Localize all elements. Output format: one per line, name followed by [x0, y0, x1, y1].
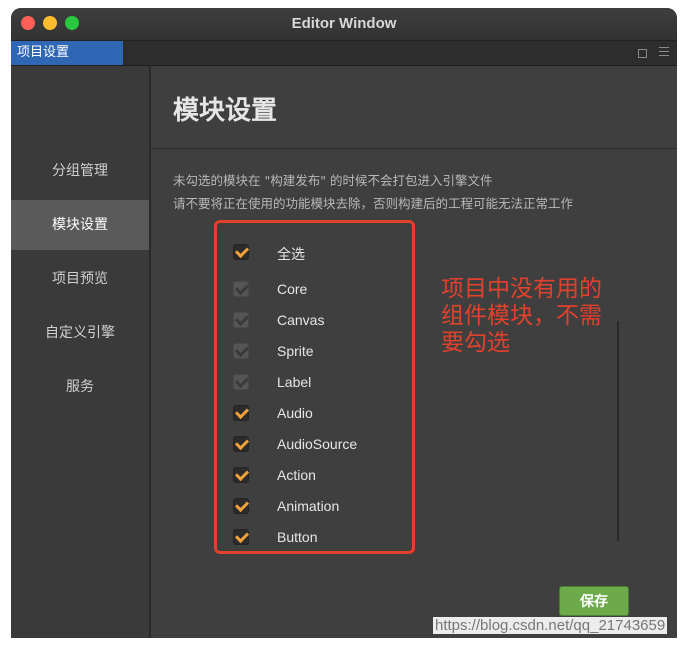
sidebar-item-module-settings[interactable]: 模块设置	[11, 200, 149, 250]
main-panel: 模块设置 未勾选的模块在 "构建发布" 的时候不会打包进入引擎文件 请不要将正在…	[151, 66, 677, 638]
editor-window: Editor Window 项目设置 分组管理 模块设置 项目预览 自定义引擎 …	[11, 8, 677, 638]
annotation-text: 项目中没有用的 组件模块，不需 要勾选	[441, 276, 661, 357]
annotation-line-3: 要勾选	[441, 330, 510, 356]
page-title: 模块设置	[173, 96, 278, 126]
window-title: Editor Window	[291, 15, 397, 32]
menu-icon[interactable]	[659, 47, 669, 57]
sidebar-item-services[interactable]: 服务	[11, 362, 149, 412]
description-line-2: 请不要将正在使用的功能模块去除，否则构建后的工程可能无法正常工作	[173, 196, 574, 211]
annotation-line-1: 项目中没有用的	[441, 276, 602, 302]
annotation-line-2: 组件模块，不需	[441, 303, 602, 329]
description-line-1: 未勾选的模块在 "构建发布" 的时候不会打包进入引擎文件	[173, 173, 493, 188]
sidebar-item-group-management[interactable]: 分组管理	[11, 146, 149, 196]
settings-sidebar: 分组管理 模块设置 项目预览 自定义引擎 服务	[11, 66, 151, 638]
scroll-track[interactable]	[617, 321, 619, 541]
tab-project-settings[interactable]: 项目设置	[11, 41, 123, 65]
title-divider	[151, 148, 677, 149]
tab-bar: 项目设置	[11, 41, 677, 66]
popout-icon[interactable]	[638, 49, 647, 58]
save-button[interactable]: 保存	[559, 586, 629, 616]
sidebar-item-project-preview[interactable]: 项目预览	[11, 254, 149, 304]
watermark-text: https://blog.csdn.net/qq_21743659	[433, 617, 668, 634]
annotation-highlight-box	[214, 220, 415, 554]
sidebar-item-custom-engine[interactable]: 自定义引擎	[11, 308, 149, 358]
title-bar: Editor Window	[11, 8, 677, 41]
